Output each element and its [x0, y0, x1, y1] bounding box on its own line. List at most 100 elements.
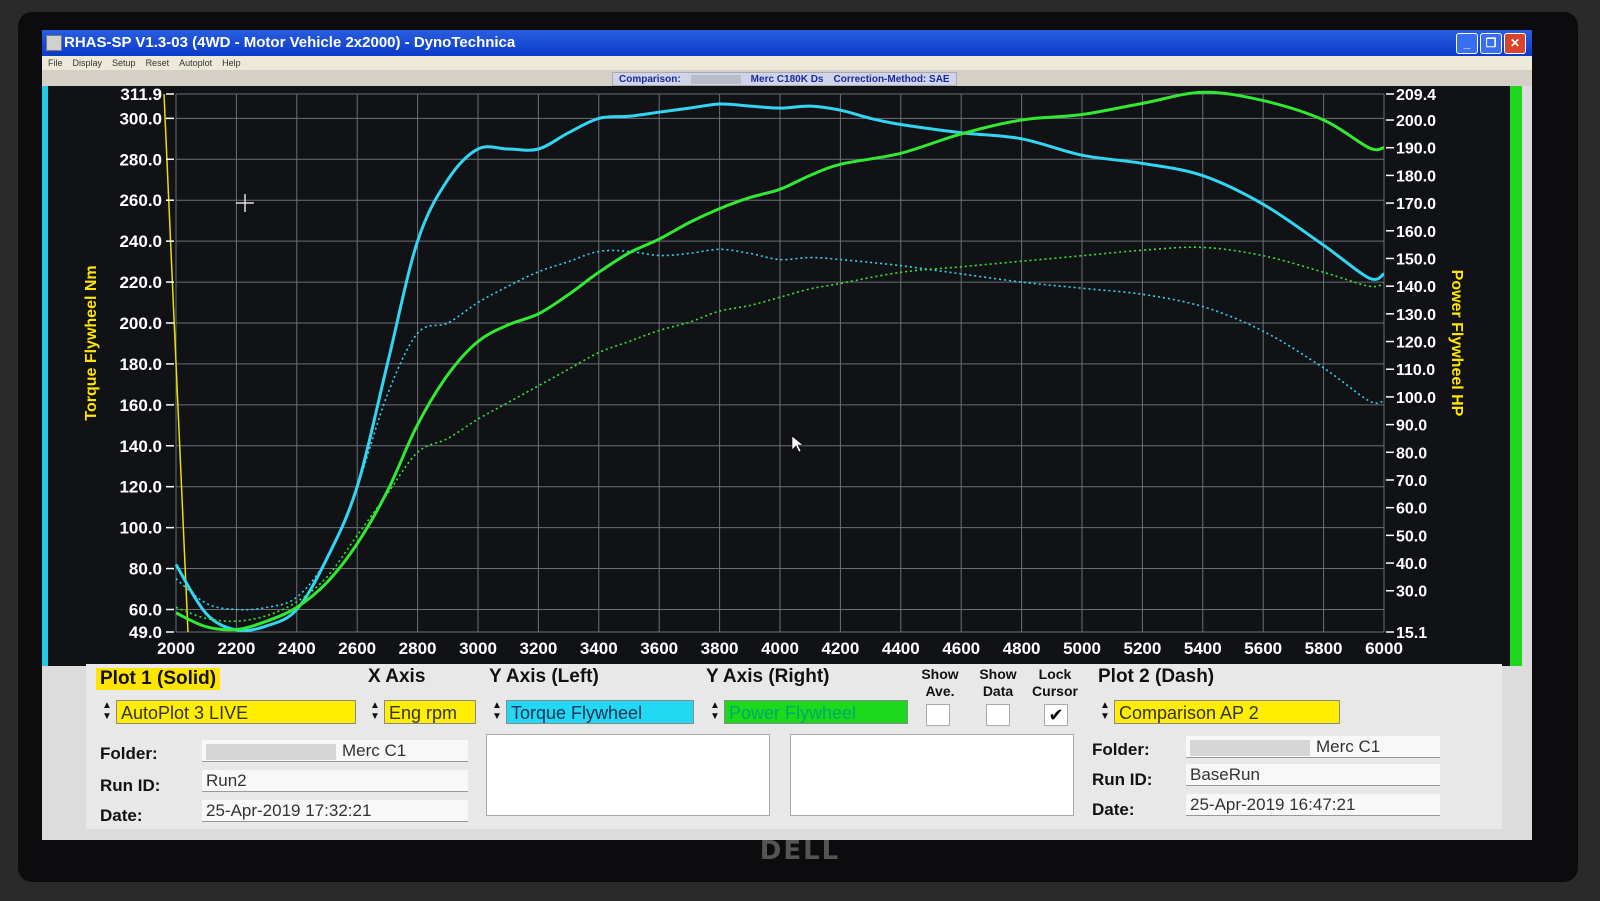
y-left-tick-label: 100.0: [119, 519, 162, 538]
y-right-axis-title: Power Flywheel HP: [1448, 270, 1465, 417]
x-tick-label: 5600: [1244, 639, 1282, 658]
close-button[interactable]: ✕: [1504, 33, 1526, 54]
right-scrollbar[interactable]: [1510, 86, 1522, 666]
x-tick-label: 5400: [1184, 639, 1222, 658]
y-right-tick-label: 15.1: [1396, 625, 1427, 642]
redacted-box: [206, 743, 336, 760]
notes-box-left[interactable]: [486, 734, 770, 816]
plot1-runid-field[interactable]: Run2: [202, 770, 468, 792]
x-tick-label: 5800: [1305, 639, 1343, 658]
x-tick-label: 4200: [821, 639, 859, 658]
y-right-tick-label: 150.0: [1396, 251, 1436, 268]
menu-reset[interactable]: Reset: [146, 58, 170, 68]
correction-method: Correction-Method: SAE: [833, 73, 950, 85]
app-window: RHAS-SP V1.3-03 (4WD - Motor Vehicle 2x2…: [42, 30, 1532, 840]
comparison-label: Comparison:: [619, 73, 681, 85]
y-left-tick-label: 260.0: [119, 191, 162, 210]
title-bar[interactable]: RHAS-SP V1.3-03 (4WD - Motor Vehicle 2x2…: [42, 30, 1532, 56]
x-tick-label: 5000: [1063, 639, 1101, 658]
show-ave-checkbox[interactable]: [926, 704, 950, 726]
plot2-runid-label: Run ID:: [1092, 770, 1153, 789]
plot1-select[interactable]: AutoPlot 3 LIVE: [116, 700, 356, 724]
x-tick-label: 3000: [459, 639, 497, 658]
plot2-folder-value: Merc C1: [1316, 737, 1381, 756]
show-ave-label: Show Ave.: [921, 666, 959, 699]
y-right-tick-label: 190.0: [1396, 141, 1436, 158]
plot1-date-field[interactable]: 25-Apr-2019 17:32:21: [202, 800, 468, 822]
plot1-header: Plot 1 (Solid): [96, 668, 221, 690]
x-tick-label: 3600: [640, 639, 678, 658]
plot2-spinner[interactable]: ▲ ▼: [1098, 700, 1112, 724]
y-left-tick-label: 220.0: [119, 273, 162, 292]
yleft-spinner[interactable]: ▲ ▼: [490, 700, 504, 724]
plot1-date-label: Date:: [100, 806, 143, 825]
x-tick-label: 4000: [761, 639, 799, 658]
y-left-tick-label: 140.0: [119, 437, 162, 456]
y-right-tick-label: 30.0: [1396, 584, 1427, 601]
y-right-tick-label: 80.0: [1396, 445, 1427, 462]
menu-setup[interactable]: Setup: [112, 58, 136, 68]
y-right-tick-label: 209.4: [1396, 87, 1436, 104]
x-tick-label: 3200: [519, 639, 557, 658]
y-left-tick-label: 311.9: [120, 86, 162, 104]
xaxis-select[interactable]: Eng rpm: [384, 700, 476, 724]
y-right-tick-label: 100.0: [1396, 390, 1436, 407]
lock-cursor-checkbox[interactable]: ✔: [1044, 704, 1068, 726]
yright-header: Y Axis (Right): [706, 666, 830, 687]
info-bar: Comparison: Merc C180K Ds Correction-Met…: [42, 70, 1532, 86]
show-data-label: Show Data: [979, 666, 1017, 699]
vehicle-name: Merc C180K Ds: [750, 73, 824, 85]
yright-spinner[interactable]: ▲ ▼: [708, 700, 722, 724]
y-left-tick-label: 80.0: [129, 560, 162, 579]
y-left-tick-label: 49.0: [129, 623, 162, 642]
x-tick-label: 2600: [338, 639, 376, 658]
plot2-select[interactable]: Comparison AP 2: [1114, 700, 1340, 724]
menu-help[interactable]: Help: [222, 58, 241, 68]
y-right-tick-label: 60.0: [1396, 501, 1427, 518]
plot2-folder-field[interactable]: Merc C1: [1186, 736, 1440, 758]
plot1-folder-field[interactable]: Merc C1: [202, 740, 468, 762]
show-data-checkbox[interactable]: [986, 704, 1010, 726]
y-left-tick-label: 120.0: [119, 478, 162, 497]
redacted-box: [1190, 739, 1310, 756]
notes-box-right[interactable]: [790, 734, 1074, 816]
yright-select[interactable]: Power Flywheel: [724, 700, 908, 724]
xaxis-header: X Axis: [368, 666, 426, 687]
y-left-tick-label: 300.0: [119, 109, 162, 128]
x-tick-label: 2200: [217, 639, 255, 658]
plot1-folder-value: Merc C1: [342, 741, 407, 760]
x-tick-label: 5200: [1123, 639, 1161, 658]
y-right-tick-label: 200.0: [1396, 113, 1436, 130]
y-left-tick-label: 60.0: [129, 600, 162, 619]
y-right-tick-label: 90.0: [1396, 418, 1427, 435]
y-right-tick-label: 160.0: [1396, 224, 1436, 241]
y-left-tick-label: 180.0: [119, 355, 162, 374]
y-right-tick-label: 140.0: [1396, 279, 1436, 296]
mouse-pointer-icon: [791, 435, 804, 453]
dyno-plot[interactable]: 2000 2200 2400 2600 2800 3000 3200 3400 3600 3800…: [48, 86, 1510, 666]
yleft-header: Y Axis (Left): [489, 666, 599, 687]
menu-file[interactable]: File: [48, 58, 63, 68]
y-left-tick-label: 200.0: [119, 314, 162, 333]
plot1-runid-label: Run ID:: [100, 776, 161, 795]
plot2-runid-field[interactable]: BaseRun: [1186, 764, 1440, 786]
plot2-date-field[interactable]: 25-Apr-2019 16:47:21: [1186, 794, 1440, 816]
plot2-folder-label: Folder:: [1092, 740, 1150, 759]
menu-autoplot[interactable]: Autoplot: [179, 58, 212, 68]
maximize-button[interactable]: ❐: [1480, 33, 1502, 54]
y-left-tick-label: 240.0: [119, 232, 162, 251]
menu-display[interactable]: Display: [73, 58, 103, 68]
y-right-tick-label: 170.0: [1396, 196, 1436, 213]
x-tick-label: 2000: [157, 639, 195, 658]
y-right-tick-label: 40.0: [1396, 556, 1427, 573]
app-icon[interactable]: [46, 35, 62, 51]
control-panel: Plot 1 (Solid) X Axis Y Axis (Left) Y Ax…: [86, 664, 1502, 829]
lock-cursor-label: Lock Cursor: [1032, 666, 1078, 699]
plot2-date-label: Date:: [1092, 800, 1135, 819]
minimize-button[interactable]: _: [1456, 33, 1478, 54]
y-right-tick-label: 110.0: [1396, 362, 1435, 379]
plot1-spinner[interactable]: ▲ ▼: [100, 700, 114, 724]
xaxis-spinner[interactable]: ▲ ▼: [368, 700, 382, 724]
plot1-folder-label: Folder:: [100, 744, 158, 763]
yleft-select[interactable]: Torque Flywheel: [506, 700, 694, 724]
